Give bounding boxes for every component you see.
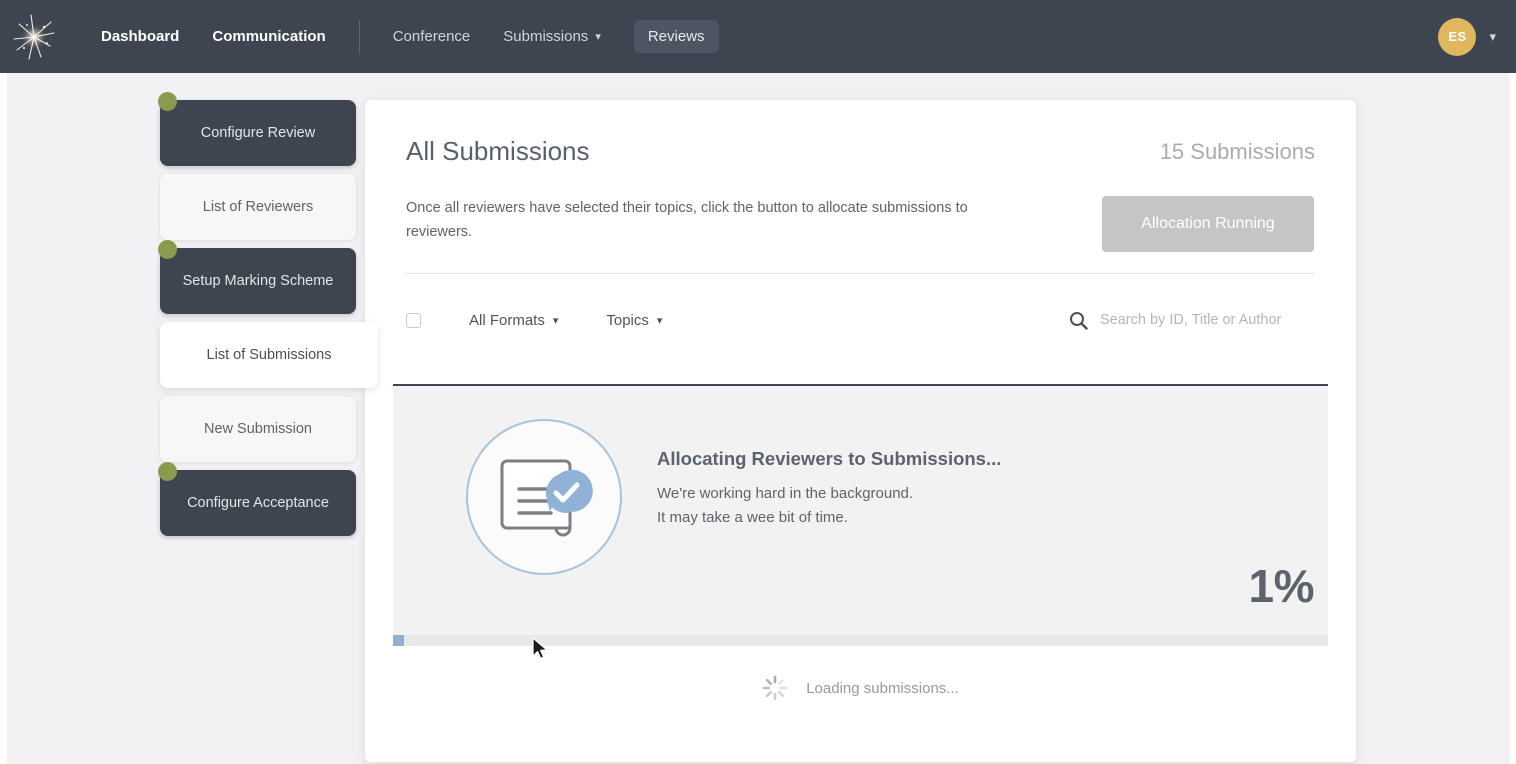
content-area: Configure Review List of Reviewers Setup… (0, 73, 1516, 764)
search-area (1069, 311, 1315, 330)
search-icon[interactable] (1069, 311, 1088, 330)
status-dot-icon (158, 240, 177, 259)
chevron-down-icon: ▾ (656, 314, 663, 327)
topics-dropdown[interactable]: Topics ▾ (606, 312, 662, 329)
sidebar-item-label: Configure Acceptance (187, 495, 329, 511)
sidebar-item-new-submission[interactable]: New Submission (160, 396, 356, 462)
document-check-icon (466, 419, 622, 575)
loading-title: Allocating Reviewers to Submissions... (657, 448, 1002, 469)
avatar-chevron-down-icon[interactable]: ▾ (1489, 29, 1496, 45)
filter-toolbar: All Formats ▾ Topics ▾ (406, 289, 1315, 351)
progress-bar-fill (393, 635, 404, 646)
sidebar-item-configure-review[interactable]: Configure Review (158, 92, 356, 166)
loading-subtitle-line-2: It may take a wee bit of time. (657, 509, 848, 527)
status-dot-icon (158, 92, 177, 111)
spinner-icon (762, 675, 788, 701)
starburst-logo-icon (11, 12, 57, 62)
sidebar-item-label: Setup Marking Scheme (182, 273, 334, 289)
sidebar-item-list-of-submissions[interactable]: List of Submissions (160, 322, 378, 388)
select-all-checkbox[interactable] (406, 312, 421, 328)
allocation-running-button[interactable]: Allocation Running (1102, 196, 1314, 252)
header-divider (406, 273, 1315, 274)
nav-divider (358, 19, 360, 54)
search-input[interactable] (1100, 312, 1315, 328)
chevron-down-icon: ▾ (595, 31, 601, 43)
all-formats-dropdown[interactable]: All Formats ▾ (469, 312, 558, 329)
sidebar-item-label: New Submission (204, 421, 312, 437)
progress-bar-track (393, 635, 1328, 646)
nav-item-communication[interactable]: Communication (212, 28, 325, 45)
sidebar: Configure Review List of Reviewers Setup… (158, 92, 378, 544)
nav-right-group: ES ▾ (1438, 17, 1496, 56)
footer-loading-row: Loading submissions... (393, 675, 1328, 701)
nav-item-dashboard[interactable]: Dashboard (101, 28, 179, 45)
nav-links: Dashboard Communication Conference Submi… (101, 0, 752, 73)
sidebar-item-setup-marking-scheme[interactable]: Setup Marking Scheme (158, 240, 356, 314)
document-icon-glyph (500, 459, 593, 537)
page-title: All Submissions (406, 136, 590, 166)
app-root: Dashboard Communication Conference Submi… (0, 0, 1516, 764)
logo-rays-icon (13, 13, 55, 60)
nav-item-conference[interactable]: Conference (393, 28, 471, 45)
sidebar-item-label: Configure Review (200, 125, 316, 141)
submissions-card: All Submissions 15 Submissions Once all … (365, 100, 1356, 762)
nav-item-submissions-label: Submissions (503, 28, 589, 45)
app-logo[interactable] (7, 10, 61, 64)
chevron-down-icon: ▾ (552, 314, 559, 327)
page-edge-right (1510, 73, 1516, 764)
sidebar-item-label: List of Submissions (206, 347, 332, 363)
sidebar-item-label: List of Reviewers (202, 199, 314, 215)
status-dot-icon (158, 462, 177, 481)
nav-item-reviews[interactable]: Reviews (633, 20, 719, 53)
submission-count-label: 15 Submissions (1159, 139, 1315, 164)
top-navigation-bar: Dashboard Communication Conference Submi… (0, 0, 1516, 73)
page-edge-left (0, 73, 7, 764)
loading-subtitle-line-1: We're working hard in the background. (657, 485, 914, 502)
nav-item-submissions[interactable]: Submissions ▾ (503, 28, 601, 45)
all-formats-label: All Formats (469, 311, 545, 329)
allocation-loading-panel: Allocating Reviewers to Submissions... W… (393, 386, 1328, 646)
footer-loading-text: Loading submissions... (806, 679, 959, 697)
avatar[interactable]: ES (1438, 17, 1477, 56)
progress-percent-label: 1% (1248, 560, 1315, 612)
topics-label: Topics (606, 311, 649, 329)
sidebar-item-list-of-reviewers[interactable]: List of Reviewers (160, 174, 356, 240)
card-description: Once all reviewers have selected their t… (406, 200, 968, 240)
sidebar-item-configure-acceptance[interactable]: Configure Acceptance (158, 462, 356, 536)
loading-text-block: Allocating Reviewers to Submissions... W… (657, 448, 1217, 531)
